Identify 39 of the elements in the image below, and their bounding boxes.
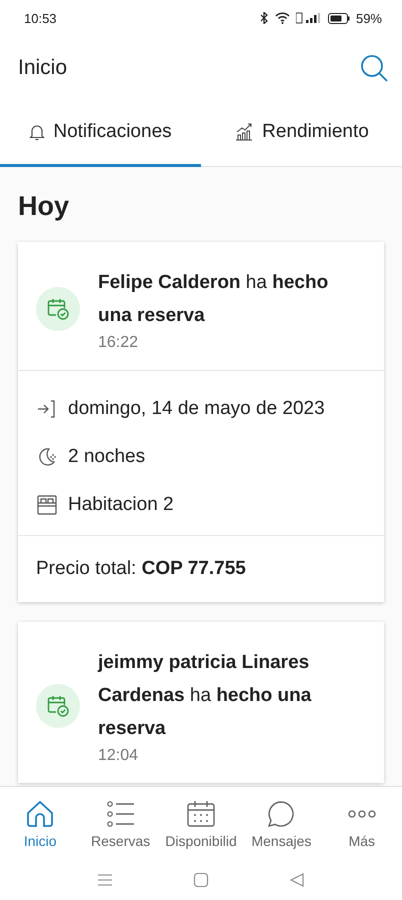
- battery-icon: [328, 12, 350, 24]
- detail-text: 2 noches: [68, 446, 146, 468]
- wifi-icon: [274, 12, 290, 24]
- menu-icon[interactable]: [97, 873, 113, 887]
- section-heading: Hoy: [18, 190, 70, 223]
- bed-icon: [36, 494, 58, 516]
- detail-text: Habitacion 2: [68, 494, 174, 516]
- chat-bubble-icon: [266, 798, 296, 828]
- reservation-card[interactable]: jeimmy patricia Linares Cardenas ha hecho una reserva 12:04: [18, 622, 384, 783]
- list-icon: [106, 798, 136, 828]
- detail-text: domingo, 14 de mayo de 2023: [68, 398, 325, 420]
- moon-icon: [36, 446, 58, 468]
- calendar-check-icon: [36, 287, 80, 331]
- status-time: 10:53: [24, 10, 57, 26]
- tab[interactable]: Rendimiento: [201, 100, 402, 167]
- page-title: Inicio: [18, 56, 68, 80]
- notification-text: jeimmy patricia Linares Cardenas ha hecho una reserva: [98, 651, 312, 741]
- nav-item[interactable]: Inicio: [0, 787, 80, 860]
- calendar-icon: [186, 798, 216, 828]
- calendar-check-icon: [36, 684, 80, 728]
- nav-item[interactable]: Disponibilid: [160, 787, 242, 860]
- bluetooth-icon: [260, 12, 269, 24]
- nav-item[interactable]: Más: [322, 787, 402, 860]
- home-icon: [25, 798, 56, 828]
- more-icon: [346, 810, 377, 818]
- bell-icon: [29, 123, 46, 141]
- growth-chart-icon: [234, 122, 254, 142]
- nav-item[interactable]: Mensajes: [241, 787, 322, 860]
- battery-percent: 59%: [356, 10, 382, 26]
- nav-item[interactable]: Reservas: [80, 787, 161, 860]
- search-icon[interactable]: [360, 54, 388, 82]
- notification-time: 16:22: [98, 334, 140, 352]
- reservation-card[interactable]: Felipe Calderon ha hecho una reserva 16:22 domingo, 14 de mayo de 2023 2 noches Habitacion 2 Precio total: COP 77.755: [18, 242, 384, 602]
- home-square-icon[interactable]: [193, 872, 209, 888]
- signal-icon: [296, 12, 322, 24]
- back-icon[interactable]: [289, 872, 305, 888]
- notification-text: Felipe Calderon ha hecho una reserva: [98, 271, 330, 328]
- total-price: Precio total: COP 77.755: [36, 558, 246, 579]
- notification-time: 12:04: [98, 747, 140, 765]
